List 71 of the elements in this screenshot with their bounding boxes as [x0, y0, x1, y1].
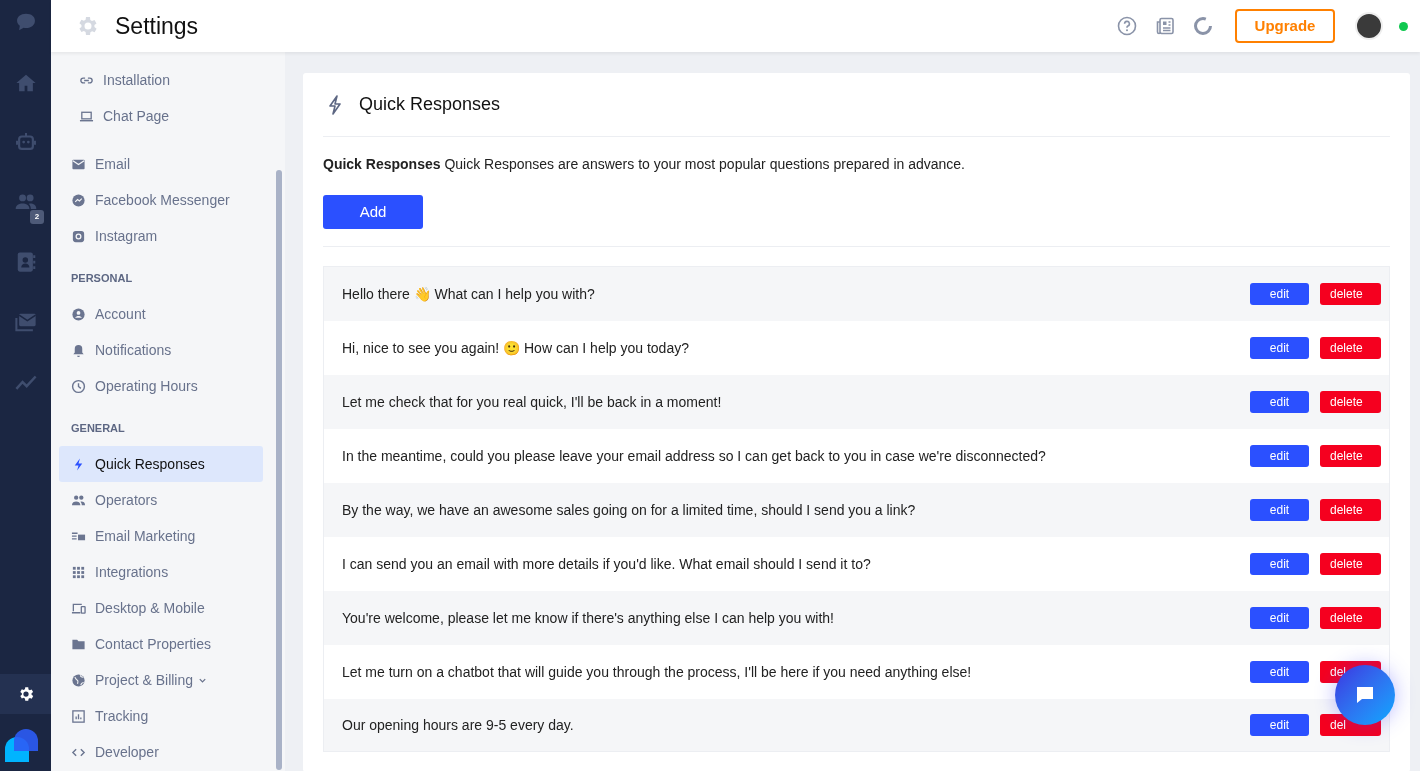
grid-icon [71, 564, 86, 580]
delete-button[interactable]: delete [1320, 445, 1381, 467]
sidebar-item[interactable]: Email Marketing [59, 518, 263, 554]
edit-button[interactable]: edit [1250, 283, 1309, 305]
section-heading: PERSONAL [70, 270, 134, 286]
edit-button[interactable]: edit [1250, 714, 1309, 736]
delete-button[interactable]: delete [1320, 337, 1381, 359]
clock-icon [71, 378, 86, 394]
delete-button[interactable]: delete [1320, 607, 1381, 629]
sidebar-item[interactable]: Installation [67, 62, 263, 98]
section-heading: GENERAL [70, 420, 126, 436]
delete-button[interactable]: delete [1320, 553, 1381, 575]
sidebar-item[interactable]: Quick Responses [59, 446, 263, 482]
delete-button[interactable]: delete [1320, 283, 1381, 305]
response-text: In the meantime, could you please leave your email address so I can get back to you in case we're disconnected? [342, 446, 1047, 466]
camera-icon [71, 228, 86, 244]
sidebar-item[interactable]: Contact Properties [59, 626, 263, 662]
chat-bubble-icon[interactable] [14, 11, 37, 33]
robot-icon[interactable] [14, 131, 37, 153]
sidebar-item[interactable]: Chat Page [67, 98, 263, 134]
logo[interactable] [5, 729, 38, 762]
response-text: By the way, we have an awesome sales going on for a limited time, should I send you a link? [342, 500, 917, 520]
globe-icon [71, 672, 86, 688]
response-text: Hi, nice to see you again! 🙂 How can I help you today? [342, 338, 690, 358]
sidebar-item[interactable]: Developer [59, 734, 263, 770]
edit-button[interactable]: edit [1250, 553, 1309, 575]
sidebar-item[interactable]: Facebook Messenger [59, 182, 263, 218]
delete-button[interactable]: delete [1320, 499, 1381, 521]
bar-chart-icon [71, 708, 86, 724]
sidebar-item[interactable]: Project & Billing [59, 662, 263, 698]
sidebar-item[interactable]: Operators [59, 482, 263, 518]
add-button[interactable]: Add [323, 195, 423, 229]
notification-badge: 2 [30, 210, 44, 224]
response-text: Let me check that for you real quick, I'll be back in a moment! [342, 392, 723, 412]
home-icon[interactable] [14, 72, 37, 94]
response-text: I can send you an email with more details if you'd like. What email should I send it to? [342, 554, 872, 574]
edit-button[interactable]: edit [1250, 337, 1309, 359]
edit-button[interactable]: edit [1250, 445, 1309, 467]
sidebar-item[interactable]: Instagram [59, 218, 263, 254]
settings-nav-button[interactable] [0, 674, 51, 714]
newspaper-icon[interactable] [1155, 16, 1175, 36]
messenger-icon [71, 192, 86, 208]
edit-button[interactable]: edit [1250, 661, 1309, 683]
response-text: Let me turn on a chatbot that will guide you through the process, I'll be here if you need anything else! [342, 662, 973, 682]
scrollbar[interactable] [276, 170, 282, 770]
edit-button[interactable]: edit [1250, 391, 1309, 413]
avatar[interactable] [1355, 12, 1383, 40]
sidebar-item[interactable]: Desktop & Mobile [59, 590, 263, 626]
upgrade-button[interactable]: Upgrade [1235, 9, 1335, 43]
edit-button[interactable]: edit [1250, 607, 1309, 629]
chat-bubble-icon [1355, 685, 1375, 705]
help-icon[interactable] [1117, 16, 1137, 36]
page-title: Settings [115, 11, 199, 41]
response-text: Hello there 👋 What can I help you with? [342, 284, 596, 304]
user-circle-icon [71, 306, 86, 322]
sidebar-item[interactable]: Tracking [59, 698, 263, 734]
sidebar-item[interactable]: Integrations [59, 554, 263, 590]
lightning-icon [327, 94, 343, 115]
response-text: You're welcome, please let me know if there's anything else I can help you with! [342, 608, 835, 628]
edit-button[interactable]: edit [1250, 499, 1309, 521]
bell-icon [71, 342, 86, 358]
delete-button[interactable]: delete [1320, 391, 1381, 413]
sidebar-item[interactable]: Notifications [59, 332, 263, 368]
description: Quick Responses Quick Responses are answers to your most popular questions prepared in advance. [323, 155, 966, 174]
sidebar-item[interactable]: Account [59, 296, 263, 332]
sidebar-item[interactable]: Operating Hours [59, 368, 263, 404]
progress-ring-icon[interactable] [1193, 16, 1213, 36]
response-text: Our opening hours are 9-5 every day. [342, 715, 575, 735]
mail-stack-icon[interactable] [14, 311, 37, 333]
sidebar-item[interactable]: Email [59, 146, 263, 182]
panel-title: Quick Responses [359, 93, 501, 116]
